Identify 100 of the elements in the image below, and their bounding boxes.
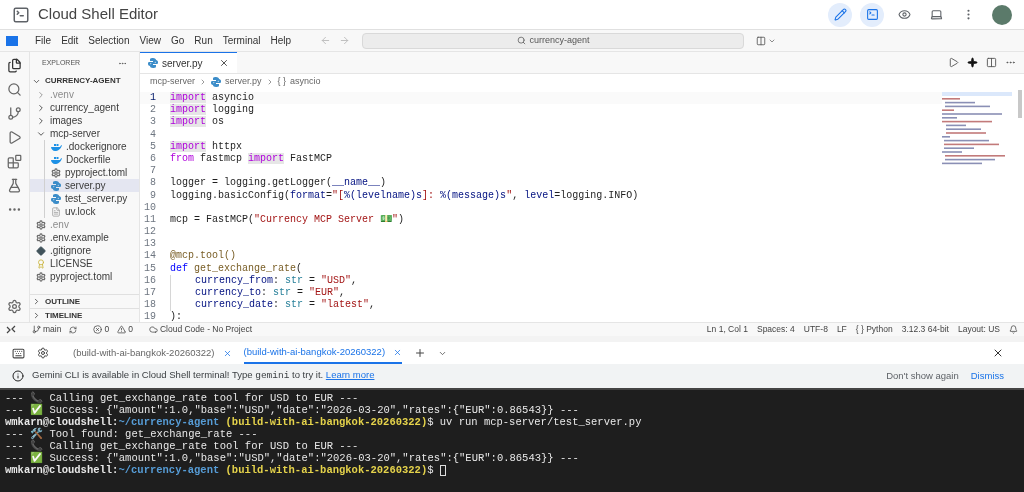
file-tree-item[interactable]: LICENSE [30,257,139,270]
chevron-right-icon [36,89,46,100]
breadcrumb-item[interactable]: asyncio [290,75,321,89]
line-number: 6 [149,152,157,166]
menu-item[interactable]: Terminal [217,33,266,48]
code-text: currency_to: str = "EUR", [170,287,346,300]
line-number: 12 [143,226,157,239]
terminal-monitor-icon [12,5,30,24]
breadcrumb-item[interactable]: mcp-server [150,75,195,89]
flask-icon[interactable] [7,178,22,193]
remote-icon[interactable] [6,325,16,334]
search-icon[interactable] [7,82,22,97]
warnings-status[interactable]: 0 [117,323,133,336]
file-tree-item[interactable]: .dockerignore [30,140,139,153]
menu-item[interactable]: Help [265,33,297,48]
cloud-code-status[interactable]: Cloud Code - No Project [148,323,253,336]
status-item[interactable]: UTF-8 [803,323,828,336]
line-number: 14 [143,250,157,263]
menu-item[interactable]: Run [189,33,218,48]
status-item[interactable]: Ln 1, Col 1 [706,323,748,336]
pencil-button[interactable] [828,2,852,27]
file-tree-item[interactable]: images [30,114,139,127]
code-text: from fastmcp import FastMCP [170,152,333,166]
tree-root[interactable]: CURRENCY-AGENT [30,74,139,88]
file-tree-item[interactable]: Dockerfile [30,153,139,166]
section-header[interactable]: OUTLINE [30,294,139,308]
banner-message: Gemini CLI is available in Cloud Shell terminal! Type gemini to try it. Learn more [32,368,375,384]
python-icon [51,193,61,204]
file-tree-item[interactable]: pyproject.toml [30,166,139,179]
line-number: 1 [149,92,157,105]
source-control-icon[interactable] [7,106,22,121]
learn-more-link[interactable]: Learn more [325,369,375,381]
settings-icon[interactable] [37,347,49,359]
scrollbar[interactable] [1018,90,1022,118]
breadcrumb-item[interactable]: server.py [225,75,262,89]
terminal-icon [865,8,879,21]
menu-item[interactable]: File [30,33,57,48]
pencil-icon [833,8,847,21]
keyboard-icon[interactable] [12,346,25,360]
command-center-field[interactable]: currency-agent [362,32,745,49]
run-debug-icon[interactable] [7,130,22,145]
terminal-tab[interactable]: (build-with-ai-bangkok-20260322) [73,342,232,364]
status-item[interactable]: Spaces: 4 [756,323,795,336]
code-text: mcp = FastMCP("Currency MCP Server 💵") [170,213,405,227]
file-tree-item[interactable]: server.py [30,179,139,192]
status-item[interactable]: 3.12.3 64-bit [901,323,949,336]
file-lines-icon [51,206,61,217]
line-number: 8 [149,177,157,190]
line-number: 5 [149,140,157,153]
file-tree-item[interactable]: uv.lock [30,205,139,218]
run-icon[interactable] [948,57,959,68]
banner-action[interactable]: Don't show again [886,368,959,384]
diamond-icon [36,245,46,256]
file-tree-item[interactable]: .env.example [30,231,139,244]
laptop-icon [929,8,943,21]
menu-item[interactable]: Edit [56,33,84,48]
line-number: 19 [143,311,157,322]
plus-icon[interactable] [414,347,427,359]
layout-menu-button[interactable] [756,35,777,46]
menu-item[interactable]: Go [166,33,190,48]
terminal-button[interactable] [860,2,884,27]
terminal-line: --- ✅ Success: {"amount":1.0,"base":"USD","date":"2026-03-20","rates":{"EUR":0.86543}} --- [5,452,580,464]
eye-icon [897,8,911,21]
file-tree-item[interactable]: currency_agent [30,101,139,114]
line-number: 4 [149,128,157,141]
file-tree-item[interactable]: .gitignore [30,244,139,257]
code-text: currency_date: str = "latest", [170,299,376,312]
settings-icon[interactable] [7,299,22,314]
close-icon[interactable] [218,58,229,68]
terminal-line: --- 📞 Calling get_exchange_rate tool for USD to EUR --- [5,440,360,452]
warning-icon [117,325,127,334]
sync-icon[interactable] [69,325,78,334]
cloud-icon [148,325,158,334]
banner-action[interactable]: Dismiss [970,368,1004,384]
avatar[interactable] [992,4,1012,25]
status-item[interactable]: { } Python [855,323,893,336]
line-number: 15 [143,262,157,275]
files-icon[interactable] [7,58,22,73]
menu-item[interactable]: View [134,33,166,48]
status-item[interactable]: LF [836,323,847,336]
info-icon [12,370,24,382]
terminal-panel[interactable] [0,388,1024,492]
file-tree-item[interactable]: test_server.py [30,192,139,205]
line-number: 10 [143,201,157,214]
terminal-line: --- 🛠 Tool found: get_exchange_rate --- [5,428,259,440]
close-icon[interactable] [992,347,1004,359]
line-number: 17 [143,287,157,300]
bell-icon[interactable] [1009,325,1018,334]
editor-tab[interactable]: server.py [140,52,237,73]
file-tree-item[interactable]: mcp-server [30,127,139,140]
sparkle-icon[interactable] [967,57,978,68]
status-item[interactable]: Layout: US [957,323,1000,336]
branch-status[interactable]: main [32,323,62,336]
chevron-right-icon [36,102,46,113]
app-logo-icon [6,35,18,46]
extensions-icon[interactable] [7,154,22,169]
menu-item[interactable]: Selection [83,33,135,48]
errors-status[interactable]: 0 [93,323,110,336]
split-editor-icon[interactable] [986,57,997,68]
file-tree-item[interactable]: pyproject.toml [30,270,139,283]
